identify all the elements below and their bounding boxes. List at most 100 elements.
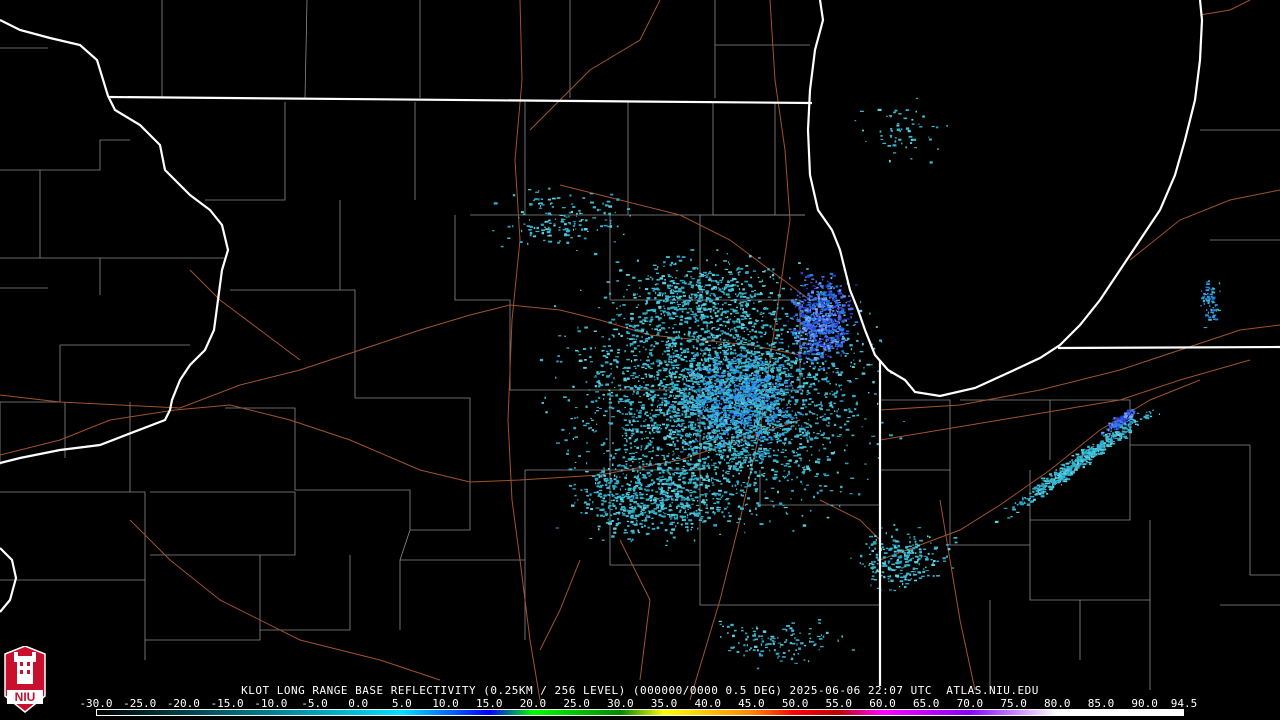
echo-pixel bbox=[755, 507, 757, 510]
echo-pixel bbox=[656, 287, 659, 290]
echo-pixel bbox=[626, 326, 628, 329]
echo-pixel bbox=[809, 446, 813, 448]
echo-pixel bbox=[738, 404, 740, 406]
echo-pixel bbox=[780, 371, 785, 374]
echo-pixel bbox=[683, 376, 686, 378]
echo-pixel bbox=[753, 456, 756, 458]
echo-pixel bbox=[795, 427, 797, 430]
echo-pixel bbox=[790, 396, 794, 399]
echo-pixel bbox=[683, 382, 686, 386]
echo-pixel bbox=[716, 506, 719, 509]
echo-pixel bbox=[714, 312, 717, 315]
echo-pixel bbox=[754, 424, 756, 427]
echo-pixel bbox=[785, 513, 789, 515]
echo-pixel bbox=[698, 297, 700, 300]
echo-pixel bbox=[791, 364, 793, 368]
echo-pixel bbox=[668, 453, 670, 455]
echo-pixel bbox=[697, 383, 700, 386]
echo-pixel bbox=[725, 416, 730, 418]
echo-pixel bbox=[595, 430, 598, 432]
echo-pixel bbox=[597, 380, 600, 383]
echo-pixel bbox=[693, 401, 695, 403]
echo-pixel bbox=[729, 400, 733, 403]
echo-pixel bbox=[760, 412, 762, 414]
echo-pixel bbox=[716, 367, 719, 369]
echo-pixel bbox=[727, 296, 731, 298]
echo-pixel bbox=[811, 278, 815, 280]
echo-pixel bbox=[817, 313, 821, 315]
echo-pixel bbox=[644, 437, 646, 439]
echo-pixel bbox=[701, 412, 703, 415]
echo-pixel bbox=[831, 434, 834, 437]
echo-pixel bbox=[816, 344, 820, 346]
echo-pixel bbox=[665, 363, 668, 366]
echo-pixel bbox=[631, 452, 635, 455]
echo-pixel bbox=[824, 346, 826, 348]
echo-pixel bbox=[787, 320, 789, 322]
echo-pixel bbox=[836, 410, 838, 413]
echo-pixel bbox=[715, 375, 720, 377]
echo-pixel bbox=[700, 353, 702, 355]
echo-pixel bbox=[665, 544, 668, 546]
echo-pixel bbox=[762, 439, 764, 441]
echo-pixel bbox=[600, 364, 602, 367]
echo-pixel bbox=[680, 436, 682, 439]
echo-pixel bbox=[641, 335, 643, 339]
echo-pixel bbox=[556, 442, 560, 444]
echo-pixel bbox=[735, 312, 740, 314]
echo-pixel bbox=[719, 367, 722, 369]
echo-pixel bbox=[776, 389, 780, 391]
echo-pixel bbox=[688, 308, 693, 310]
echo-pixel bbox=[686, 443, 689, 445]
echo-pixel bbox=[791, 300, 795, 303]
echo-pixel bbox=[623, 444, 627, 447]
echo-pixel bbox=[674, 408, 676, 411]
echo-pixel bbox=[718, 435, 720, 438]
echo-pixel bbox=[817, 403, 822, 406]
echo-pixel bbox=[788, 378, 790, 381]
echo-pixel bbox=[688, 421, 691, 423]
echo-pixel bbox=[676, 255, 680, 258]
echo-pixel bbox=[652, 449, 654, 453]
echo-pixel bbox=[826, 437, 830, 440]
echo-pixel bbox=[818, 303, 821, 306]
echo-pixel bbox=[654, 341, 657, 343]
echo-pixel bbox=[800, 375, 803, 377]
echo-pixel bbox=[730, 352, 733, 355]
echo-pixel bbox=[679, 323, 683, 326]
echo-pixel bbox=[749, 331, 751, 333]
echo-pixel bbox=[638, 374, 640, 376]
echo-pixel bbox=[745, 432, 748, 434]
echo-pixel bbox=[633, 341, 637, 343]
echo-pixel bbox=[731, 433, 734, 436]
echo-pixel bbox=[861, 372, 866, 375]
echo-pixel bbox=[622, 473, 624, 475]
echo-pixel bbox=[843, 318, 846, 321]
echo-pixel bbox=[802, 413, 804, 416]
echo-pixel bbox=[717, 433, 719, 437]
echo-pixel bbox=[722, 443, 725, 446]
echo-pixel bbox=[753, 484, 756, 487]
echo-pixel bbox=[623, 366, 627, 369]
echo-pixel bbox=[624, 394, 626, 397]
echo-pixel bbox=[678, 425, 683, 427]
echo-pixel bbox=[819, 338, 821, 340]
echo-pixel bbox=[584, 326, 588, 329]
echo-pixel bbox=[785, 392, 789, 394]
echo-pixel bbox=[612, 457, 615, 459]
echo-pixel bbox=[767, 296, 771, 298]
echo-pixel bbox=[752, 307, 756, 310]
echo-pixel bbox=[603, 296, 608, 299]
echo-pixel bbox=[648, 324, 652, 326]
echo-pixel bbox=[701, 318, 703, 321]
echo-pixel bbox=[662, 367, 664, 369]
echo-pixel bbox=[809, 348, 813, 351]
echo-pixel bbox=[733, 389, 736, 392]
echo-pixel bbox=[613, 377, 615, 380]
echo-pixel bbox=[772, 449, 775, 452]
echo-pixel bbox=[733, 456, 737, 459]
echo-pixel bbox=[712, 309, 715, 312]
echo-pixel bbox=[684, 400, 687, 402]
echo-pixel bbox=[835, 372, 840, 374]
echo-pixel bbox=[785, 350, 789, 352]
